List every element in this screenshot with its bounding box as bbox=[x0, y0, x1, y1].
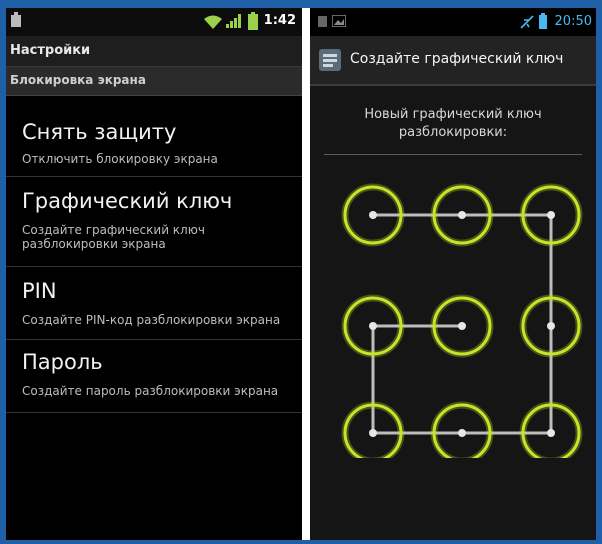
menu-item-pin[interactable]: PIN Создайте PIN-код разблокировки экран… bbox=[6, 267, 302, 340]
screenshot-frame: 1:42 Настройки Блокировка экрана Снять з… bbox=[6, 8, 596, 540]
image-icon bbox=[332, 15, 346, 27]
menu-item-subtitle: Создайте PIN-код разблокировки экрана bbox=[22, 313, 281, 327]
menu-item-remove-protection[interactable]: Снять защиту Отключить блокировку экрана bbox=[6, 96, 302, 177]
signal-icon bbox=[226, 14, 241, 28]
menu-item-title: Пароль bbox=[22, 350, 103, 374]
sim-icon bbox=[318, 16, 327, 27]
menu-item-title: Снять защиту bbox=[22, 120, 177, 144]
pattern-grid[interactable] bbox=[310, 158, 596, 458]
pattern-setup-screen: 20:50 Создайте графический ключ Новый гр… bbox=[310, 8, 596, 540]
action-bar: Создайте графический ключ bbox=[310, 36, 596, 86]
battery-icon bbox=[248, 12, 258, 30]
status-time: 20:50 bbox=[554, 14, 592, 29]
menu-item-password[interactable]: Пароль Создайте пароль разблокировки экр… bbox=[6, 340, 302, 413]
status-bar: 20:50 bbox=[310, 8, 596, 36]
battery-icon bbox=[539, 13, 547, 29]
page-title: Настройки bbox=[10, 43, 91, 58]
airplane-icon bbox=[520, 15, 534, 29]
menu-item-subtitle: Создайте графический ключ разблокировки … bbox=[22, 223, 205, 251]
status-time: 1:42 bbox=[263, 13, 296, 28]
settings-screen: 1:42 Настройки Блокировка экрана Снять з… bbox=[6, 8, 302, 540]
menu-item-title: Графический ключ bbox=[22, 189, 233, 213]
wifi-icon bbox=[204, 15, 222, 29]
notification-icon bbox=[11, 12, 21, 27]
menu-item-subtitle: Отключить блокировку экрана bbox=[22, 152, 218, 166]
section-header: Блокировка экрана bbox=[6, 67, 302, 96]
pattern-prompt: Новый графический ключ разблокировки: bbox=[364, 107, 542, 140]
settings-app-icon[interactable] bbox=[318, 48, 342, 72]
menu-item-subtitle: Создайте пароль разблокировки экрана bbox=[22, 384, 279, 398]
settings-title-bar: Настройки bbox=[6, 36, 302, 67]
menu-item-title: PIN bbox=[22, 279, 57, 303]
prompt-divider bbox=[324, 154, 582, 155]
status-bar: 1:42 bbox=[6, 8, 302, 37]
divider bbox=[302, 8, 310, 540]
menu-item-pattern[interactable]: Графический ключ Создайте графический кл… bbox=[6, 177, 302, 267]
section-title: Блокировка экрана bbox=[10, 73, 146, 87]
action-bar-title: Создайте графический ключ bbox=[350, 51, 564, 67]
